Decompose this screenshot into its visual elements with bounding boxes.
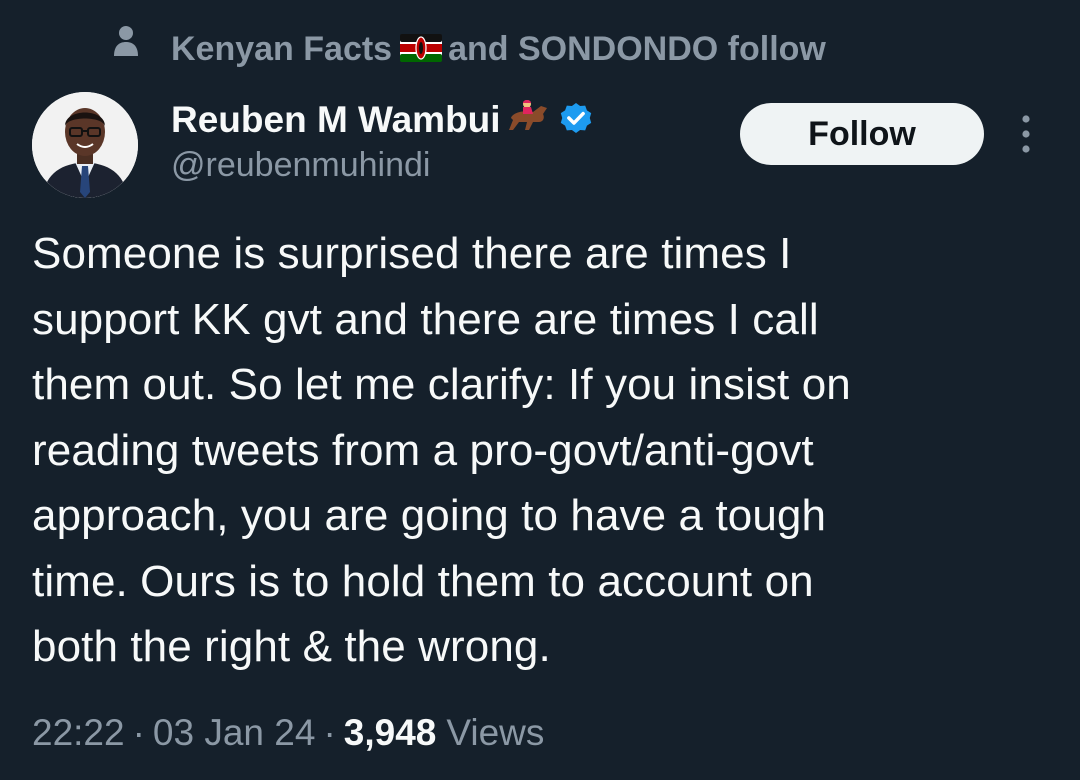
tweet-detail-view: Kenyan Facts and SONDONDO follow Reuben … [0, 0, 1080, 780]
tweet-text: Someone is surprised there are times I s… [32, 229, 851, 671]
meta-separator: · [132, 712, 145, 753]
avatar-photo [32, 92, 138, 198]
social-context[interactable]: Kenyan Facts and SONDONDO follow [113, 24, 826, 74]
author-name-row[interactable]: Reuben M Wambui [171, 96, 595, 144]
tweet-time[interactable]: 22:22 [32, 712, 125, 754]
person-icon [114, 26, 138, 56]
views-label: Views [446, 712, 545, 753]
verified-badge-icon[interactable] [557, 99, 595, 137]
horse-racing-emoji-icon [508, 100, 547, 130]
kenya-flag-icon [400, 33, 443, 62]
avatar[interactable] [32, 92, 138, 198]
meta-separator: · [323, 712, 336, 753]
author-display-name[interactable]: Reuben M Wambui [171, 99, 501, 141]
views-count: 3,948 [343, 712, 437, 753]
follow-button[interactable]: Follow [740, 103, 984, 165]
tweet-meta: 22:22 · 03 Jan 24 · 3,948 Views [32, 708, 544, 758]
author-handle[interactable]: @reubenmuhindi [171, 146, 430, 185]
social-context-follow-text: and SONDONDO follow [448, 29, 826, 68]
more-vertical-icon[interactable] [1014, 113, 1038, 155]
social-context-names: Kenyan Facts [171, 29, 393, 68]
tweet-date[interactable]: 03 Jan 24 [153, 712, 316, 754]
